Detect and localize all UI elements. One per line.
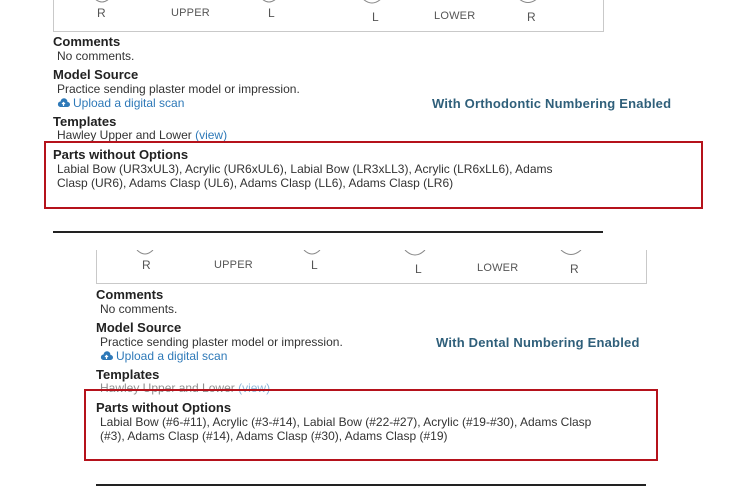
comments-value: No comments. [100, 302, 178, 316]
model-source-label: Model Source [53, 67, 139, 82]
parts-line-1: Labial Bow (UR3xUL3), Acrylic (UR6xUL6),… [57, 162, 553, 176]
section-divider [96, 484, 646, 486]
chart-label-left-lower: L [415, 262, 422, 276]
templates-name: Hawley Upper and Lower [57, 128, 192, 142]
chart-label-left-lower: L [372, 10, 379, 24]
tooth-outline-icon [404, 250, 426, 256]
chart-label-lower: LOWER [477, 262, 519, 274]
top-panel: R UPPER L L LOWER R Comments No comments… [0, 0, 753, 240]
bottom-panel: R UPPER L L LOWER R Comments No comments… [0, 240, 753, 498]
chart-label-left-upper: L [311, 258, 318, 272]
tooth-chart: R UPPER L L LOWER R [53, 0, 604, 32]
parts-label: Parts without Options [53, 147, 189, 162]
upload-scan-label: Upload a digital scan [73, 96, 185, 110]
model-source-value: Practice sending plaster model or impres… [100, 335, 343, 349]
numbering-caption: With Dental Numbering Enabled [436, 335, 640, 350]
parts-line-2: Clasp (UR6), Adams Clasp (UL6), Adams Cl… [57, 176, 454, 190]
parts-label: Parts without Options [96, 400, 232, 415]
templates-view-link[interactable]: (view) [195, 128, 227, 142]
chart-label-right-lower: R [527, 10, 536, 24]
parts-line-2: (#3), Adams Clasp (#14), Adams Clasp (#3… [100, 429, 448, 443]
chart-label-upper: UPPER [171, 7, 210, 19]
model-source-label: Model Source [96, 320, 182, 335]
comments-value: No comments. [57, 49, 135, 63]
tooth-outline-icon [363, 0, 381, 4]
parts-line-1: Labial Bow (#6-#11), Acrylic (#3-#14), L… [100, 415, 592, 429]
cloud-upload-icon [57, 98, 70, 107]
tooth-outline-icon [136, 250, 154, 255]
chart-label-lower: LOWER [434, 10, 476, 22]
tooth-outline-icon [560, 250, 582, 255]
tooth-chart: R UPPER L L LOWER R [96, 250, 647, 284]
chart-label-upper: UPPER [214, 259, 253, 271]
upload-scan-label: Upload a digital scan [116, 349, 228, 363]
chart-label-right-lower: R [570, 262, 579, 276]
upload-scan-link[interactable]: Upload a digital scan [100, 349, 227, 363]
model-source-value: Practice sending plaster model or impres… [57, 82, 300, 96]
comments-label: Comments [96, 287, 164, 302]
numbering-caption: With Orthodontic Numbering Enabled [432, 96, 672, 111]
upload-scan-link[interactable]: Upload a digital scan [57, 96, 184, 110]
chart-label-right-upper: R [97, 6, 106, 20]
templates-value: Hawley Upper and Lower (view) [57, 128, 227, 142]
cloud-upload-icon [100, 351, 113, 360]
templates-label: Templates [96, 367, 160, 382]
chart-label-left-upper: L [268, 6, 275, 20]
tooth-outline-icon [519, 0, 537, 3]
section-divider [53, 231, 603, 233]
comments-label: Comments [53, 34, 121, 49]
templates-label: Templates [53, 114, 117, 129]
chart-label-right-upper: R [142, 258, 151, 272]
tooth-outline-icon [303, 250, 321, 255]
